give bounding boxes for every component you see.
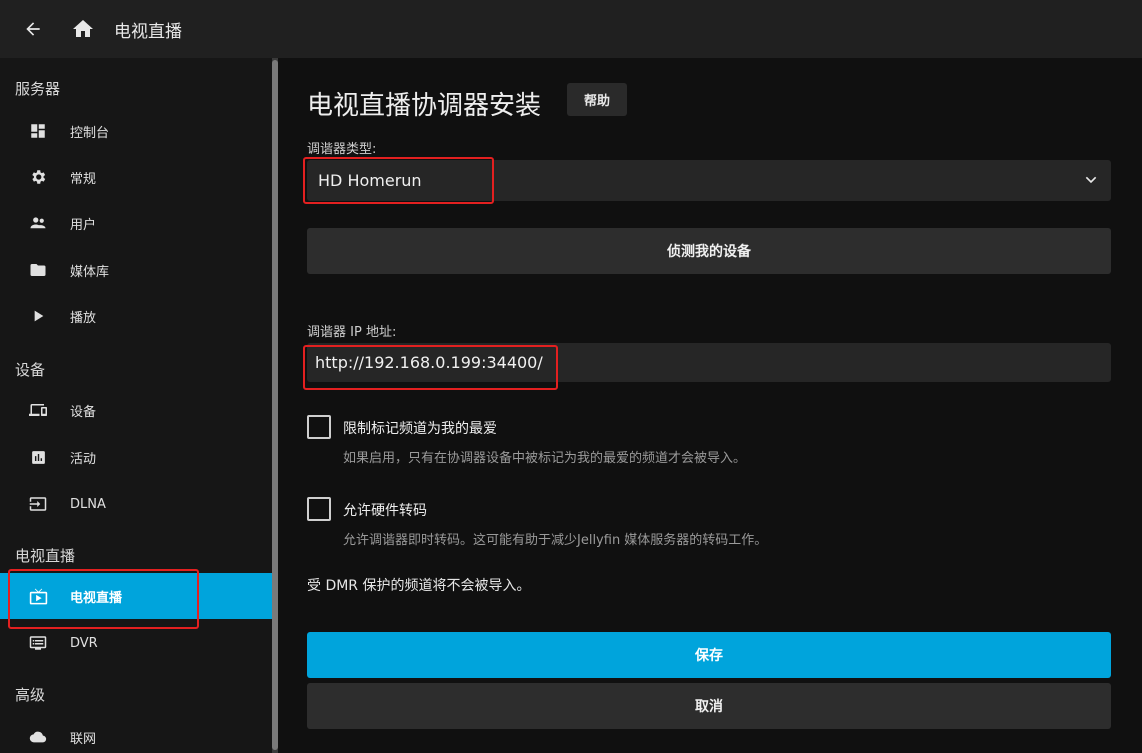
input-icon [28, 494, 48, 514]
tuner-ip-label: 调谐器 IP 地址: [307, 325, 397, 340]
page-title: 电视直播协调器安装 [307, 91, 542, 121]
dvr-icon [28, 633, 48, 653]
sidebar-item-label: 联网 [70, 731, 97, 747]
section-title-server: 服务器 [15, 80, 61, 98]
hw-transcode-checkbox[interactable] [307, 497, 331, 521]
sidebar-item-users[interactable]: 用户 [0, 201, 272, 245]
sidebar-item-label: 设备 [70, 404, 97, 420]
tuner-type-value: HD Homerun [318, 171, 422, 190]
sidebar-item-dlna[interactable]: DLNA [0, 482, 272, 526]
sidebar-item-label: DLNA [70, 496, 106, 512]
cloud-icon [28, 727, 48, 747]
dashboard-icon [28, 121, 48, 141]
live-tv-icon [28, 586, 48, 606]
top-bar: 电视直播 [0, 0, 1142, 58]
favorites-only-checkbox[interactable] [307, 415, 331, 439]
sidebar-item-dashboard[interactable]: 控制台 [0, 109, 272, 153]
section-title-devices: 设备 [15, 361, 46, 379]
main-content: 电视直播协调器安装 帮助 调谐器类型: HD Homerun 侦测我的设备 调谐… [278, 58, 1142, 753]
home-icon [73, 20, 93, 37]
favorites-only-description: 如果启用，只有在协调器设备中被标记为我的最爱的频道才会被导入。 [343, 451, 747, 466]
sidebar-item-library[interactable]: 媒体库 [0, 248, 272, 292]
devices-icon [28, 400, 48, 420]
sidebar-item-label: 电视直播 [70, 590, 123, 606]
activity-icon [28, 447, 48, 467]
detect-devices-button[interactable]: 侦测我的设备 [307, 228, 1111, 274]
gear-icon [28, 167, 48, 187]
section-title-livetv: 电视直播 [15, 547, 76, 565]
tuner-type-select[interactable]: HD Homerun [307, 160, 1111, 201]
header-title: 电视直播 [114, 21, 182, 42]
tuner-ip-input[interactable] [307, 343, 1111, 382]
save-button[interactable]: 保存 [307, 632, 1111, 678]
sidebar-item-label: 用户 [70, 217, 97, 233]
sidebar-item-live-tv[interactable]: 电视直播 [0, 573, 272, 619]
section-title-advanced: 高级 [15, 686, 46, 704]
sidebar-item-label: 播放 [70, 310, 97, 326]
arrow-left-icon [26, 22, 40, 36]
sidebar-item-label: 控制台 [70, 125, 110, 141]
sidebar-item-networking[interactable]: 联网 [0, 715, 272, 753]
cancel-button[interactable]: 取消 [307, 683, 1111, 729]
sidebar-item-playback[interactable]: 播放 [0, 294, 272, 338]
favorites-only-label: 限制标记频道为我的最爱 [343, 421, 497, 437]
sidebar-item-devices[interactable]: 设备 [0, 388, 272, 432]
help-button[interactable]: 帮助 [567, 83, 627, 116]
folder-icon [28, 260, 48, 280]
dmr-note: 受 DMR 保护的频道将不会被导入。 [307, 578, 531, 594]
sidebar: 服务器 控制台 常规 用户 媒体库 播放 设备 设备 活动 DLNA 电视直播 … [0, 58, 272, 753]
hw-transcode-description: 允许调谐器即时转码。这可能有助于减少Jellyfin 媒体服务器的转码工作。 [343, 533, 768, 548]
sidebar-item-general[interactable]: 常规 [0, 155, 272, 199]
hw-transcode-label: 允许硬件转码 [343, 503, 427, 519]
sidebar-item-label: 活动 [70, 451, 97, 467]
users-icon [28, 213, 48, 233]
chevron-down-icon [1085, 176, 1097, 184]
sidebar-item-label: DVR [70, 635, 98, 651]
home-button[interactable] [70, 16, 96, 42]
back-button[interactable] [20, 16, 46, 42]
sidebar-item-label: 常规 [70, 171, 97, 187]
sidebar-item-label: 媒体库 [70, 264, 110, 280]
tuner-type-label: 调谐器类型: [307, 142, 377, 157]
play-icon [28, 306, 48, 326]
sidebar-item-activity[interactable]: 活动 [0, 435, 272, 479]
sidebar-item-dvr[interactable]: DVR [0, 621, 272, 665]
